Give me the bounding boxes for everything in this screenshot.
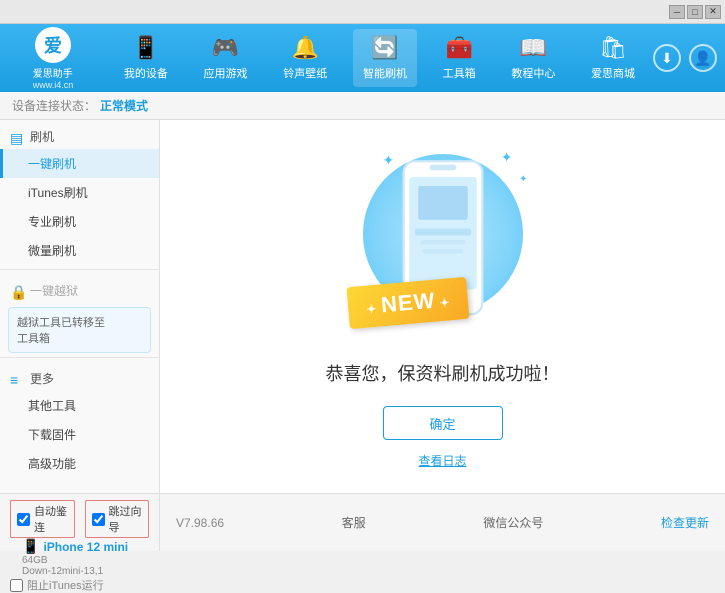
status-label: 设备连接状态： bbox=[12, 97, 96, 114]
logo: 爱 爱思助手 www.i4.cn bbox=[8, 27, 98, 90]
close-btn[interactable]: ✕ bbox=[705, 5, 721, 19]
sidebar-item-download-fw[interactable]: 下载固件 bbox=[0, 420, 159, 449]
ringtone-icon: 🔔 bbox=[292, 35, 319, 61]
new-banner: NEW bbox=[346, 277, 470, 329]
phone-icon: 📱 bbox=[22, 538, 39, 555]
sidebar: ▤ 刷机 一键刷机 iTunes刷机 专业刷机 微量刷机 🔒 一键越狱 越狱工具… bbox=[0, 120, 160, 493]
nav-toolbox[interactable]: 🧰 工具箱 bbox=[433, 29, 486, 87]
sparkle-2: ✦ bbox=[501, 149, 513, 166]
phone-illustration: ✦ ✦ ✦ NEW bbox=[343, 144, 543, 344]
minimize-btn[interactable]: ─ bbox=[669, 5, 685, 19]
sidebar-item-other-tools[interactable]: 其他工具 bbox=[0, 391, 159, 420]
sparkle-3: ✦ bbox=[519, 174, 527, 185]
auto-connect-label: 自动鉴连 bbox=[34, 503, 68, 535]
sidebar-divider-2 bbox=[0, 357, 159, 358]
sidebar-item-itunes-flash[interactable]: iTunes刷机 bbox=[0, 178, 159, 207]
device-storage: 64GB bbox=[22, 555, 149, 566]
via-wizard-checkbox-container: 跳过向导 bbox=[85, 500, 150, 538]
success-title: 恭喜您，保资料刷机成功啦！ bbox=[326, 360, 560, 386]
content-area: ✦ ✦ ✦ NEW 恭喜您，保资料刷机成功啦！ 确定 查看日志 bbox=[160, 120, 725, 493]
main-layout: ▤ 刷机 一键刷机 iTunes刷机 专业刷机 微量刷机 🔒 一键越狱 越狱工具… bbox=[0, 120, 725, 493]
lock-icon: 🔒 bbox=[10, 284, 24, 298]
sidebar-section-jailbreak: 🔒 一键越狱 bbox=[0, 274, 159, 303]
via-wizard-checkbox[interactable] bbox=[92, 513, 105, 526]
logo-icon: 爱 bbox=[35, 27, 71, 63]
sidebar-divider-1 bbox=[0, 269, 159, 270]
query-log-link[interactable]: 查看日志 bbox=[418, 452, 466, 469]
logo-text: 爱思助手 www.i4.cn bbox=[33, 65, 74, 90]
sidebar-item-micro-flash[interactable]: 微量刷机 bbox=[0, 236, 159, 265]
nav-store[interactable]: 🛍 爱思商城 bbox=[581, 29, 645, 87]
itunes-label: 阻止iTunes运行 bbox=[27, 577, 104, 593]
nav-tutorial[interactable]: 📖 教程中心 bbox=[501, 29, 565, 87]
nav-apps-games[interactable]: 🎮 应用游戏 bbox=[194, 29, 258, 87]
nav-ringtones[interactable]: 🔔 铃声壁纸 bbox=[273, 29, 337, 87]
user-btn[interactable]: 👤 bbox=[689, 44, 717, 72]
toolbox-icon: 🧰 bbox=[445, 35, 472, 61]
device-icon: 📱 bbox=[132, 35, 159, 61]
nav-items: 📱 我的设备 🎮 应用游戏 🔔 铃声壁纸 🔄 智能刷机 🧰 工具箱 📖 教程中心… bbox=[106, 29, 653, 87]
tutorial-icon: 📖 bbox=[520, 35, 547, 61]
store-icon: 🛍 bbox=[599, 35, 627, 61]
bottom-bar: 自动鉴连 跳过向导 📱 iPhone 12 mini 64GB Down-12m… bbox=[0, 493, 725, 551]
nav-smart-flash[interactable]: 🔄 智能刷机 bbox=[353, 29, 417, 87]
sidebar-section-more: ≡ 更多 bbox=[0, 362, 159, 391]
title-bar: ─ □ ✕ bbox=[0, 0, 725, 24]
nav-my-device[interactable]: 📱 我的设备 bbox=[114, 29, 178, 87]
status-bar: 设备连接状态： 正常模式 bbox=[0, 92, 725, 120]
flash-section-icon: ▤ bbox=[10, 130, 24, 144]
apps-icon: 🎮 bbox=[212, 35, 239, 61]
flash-section-label: 刷机 bbox=[30, 128, 54, 145]
device-model: Down-12mini-13,1 bbox=[22, 566, 149, 577]
sidebar-section-flash: ▤ 刷机 bbox=[0, 120, 159, 149]
itunes-bar: 阻止iTunes运行 bbox=[10, 577, 149, 593]
auto-connect-checkbox[interactable] bbox=[17, 513, 30, 526]
more-section-label: 更多 bbox=[30, 370, 54, 387]
sidebar-item-pro-flash[interactable]: 专业刷机 bbox=[0, 207, 159, 236]
maximize-btn[interactable]: □ bbox=[687, 5, 703, 19]
flash-icon: 🔄 bbox=[371, 35, 398, 61]
status-value: 正常模式 bbox=[100, 97, 148, 114]
checkbox-row: 自动鉴连 跳过向导 bbox=[10, 500, 149, 538]
nav-right: ⬇ 👤 bbox=[653, 44, 717, 72]
itunes-checkbox[interactable] bbox=[10, 579, 23, 592]
jailbreak-note: 越狱工具已转移至工具箱 bbox=[8, 307, 151, 353]
sidebar-item-one-click-flash[interactable]: 一键刷机 bbox=[0, 149, 159, 178]
download-btn[interactable]: ⬇ bbox=[653, 44, 681, 72]
jailbreak-section-label: 一键越狱 bbox=[30, 282, 78, 299]
device-info: 📱 iPhone 12 mini 64GB Down-12mini-13,1 bbox=[22, 538, 149, 577]
via-wizard-label: 跳过向导 bbox=[109, 503, 143, 535]
more-icon: ≡ bbox=[10, 372, 24, 386]
sidebar-item-advanced[interactable]: 高级功能 bbox=[0, 449, 159, 478]
sparkle-1: ✦ bbox=[383, 152, 395, 169]
device-name: iPhone 12 mini bbox=[43, 540, 128, 554]
top-nav: 爱 爱思助手 www.i4.cn 📱 我的设备 🎮 应用游戏 🔔 铃声壁纸 🔄 … bbox=[0, 24, 725, 92]
auto-connect-checkbox-container: 自动鉴连 bbox=[10, 500, 75, 538]
confirm-button[interactable]: 确定 bbox=[383, 406, 503, 440]
